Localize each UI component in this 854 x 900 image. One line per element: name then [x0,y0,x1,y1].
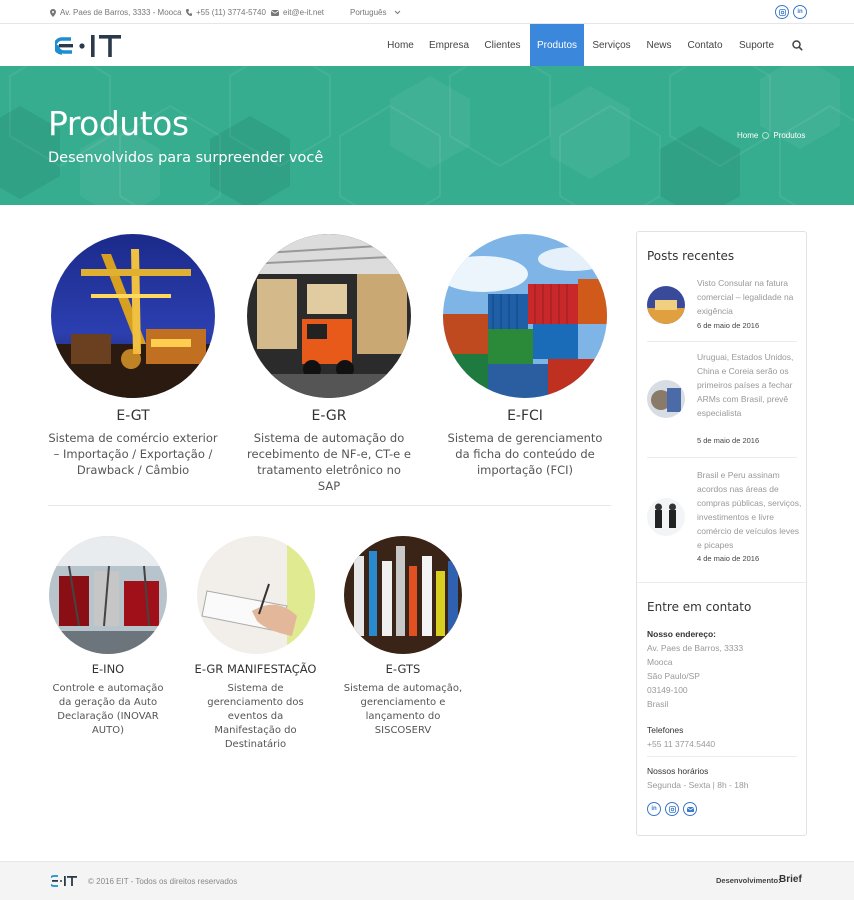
contact-separator [647,756,797,757]
address-line: Mooca [647,657,673,667]
linkedin-icon[interactable]: in [647,802,661,816]
post-date: 4 de maio de 2016 [697,554,760,563]
product-description: Sistema de gerenciamento dos eventos da … [207,683,304,750]
email-icon[interactable] [683,802,697,816]
phones-label: Telefones [647,725,684,735]
product-card-egr-manifestacao[interactable]: E-GR MANIFESTAÇÃO Sistema de gerenciamen… [193,536,318,752]
instagram-icon[interactable] [665,802,679,816]
sidebar: Posts recentes Visto Consular na fatura … [636,231,807,836]
search-icon[interactable] [792,40,803,51]
page-hero: Produtos Desenvolvidos para surpreender … [0,66,854,205]
address-line: 03149-100 [647,685,688,695]
product-description: Sistema de comércio exterior – Importaçã… [48,431,218,477]
site-footer: © 2016 EIT - Todos os direitos reservado… [0,861,854,900]
product-name[interactable]: E-GTS [341,662,465,676]
nav-empresa[interactable]: Empresa [425,24,473,66]
breadcrumb: Home Produtos [737,131,805,140]
page-subtitle: Desenvolvidos para surpreender você [48,150,324,166]
developer-brand[interactable]: Brief [779,874,802,885]
map-pin-icon [50,8,56,17]
footer-logo-icon[interactable] [51,875,79,887]
product-description: Sistema de automação do recebimento de N… [247,431,411,493]
top-bar: Av. Paes de Barros, 3333 - Mooca +55 (11… [0,0,854,24]
breadcrumb-home[interactable]: Home [737,131,758,140]
language-label: Português [350,8,387,17]
language-select[interactable]: Português [350,8,401,17]
product-card-eino[interactable]: E-INO Controle e automação da geração da… [46,536,170,738]
product-card-egt[interactable]: E-GT Sistema de comércio exterior – Impo… [48,234,218,478]
nav-suporte[interactable]: Suporte [734,24,779,66]
product-name[interactable]: E-INO [46,662,170,676]
address-line: Av. Paes de Barros, 3333 [647,643,744,653]
email-link[interactable]: eit@e-it.net [283,8,324,17]
product-image-egt[interactable] [51,234,215,398]
post-thumbnail[interactable] [647,498,685,536]
nav-news[interactable]: News [642,24,676,66]
recent-posts-heading: Posts recentes [647,249,735,263]
product-image-egr[interactable] [247,234,411,398]
chevron-down-icon [395,10,401,15]
breadcrumb-current: Produtos [773,131,806,140]
products-divider [48,505,611,506]
address-line: Brasil [647,699,669,709]
linkedin-icon[interactable]: in [793,5,807,19]
product-name[interactable]: E-FCI [441,408,609,424]
instagram-icon[interactable] [775,5,789,19]
product-card-egr[interactable]: E-GR Sistema de automação do recebimento… [245,234,413,494]
nav-contato[interactable]: Contato [682,24,728,66]
product-card-egts[interactable]: E-GTS Sistema de automação, gerenciament… [341,536,465,738]
phone-text: +55 (11) 3774-5740 [196,8,266,17]
product-image-eino[interactable] [49,536,167,654]
developer-label: Desenvolvimento: [716,876,781,885]
product-name[interactable]: E-GT [48,408,218,424]
product-description: Controle e automação da geração da Auto … [52,683,164,736]
page-title: Produtos [48,104,189,143]
product-description: Sistema de automação, gerenciamento e la… [343,683,463,736]
post-title[interactable]: Visto Consular na fatura comercial – leg… [697,276,802,318]
post-date: 6 de maio de 2016 [697,321,760,330]
contact-address: Nosso endereço: Av. Paes de Barros, 3333… [647,627,743,711]
phone-icon [186,8,192,16]
phone-info: +55 (11) 3774-5740 [186,8,266,17]
section-separator [637,582,806,583]
contact-heading: Entre em contato [647,600,752,614]
post-thumbnail[interactable] [647,380,685,418]
product-description: Sistema de gerenciamento da ficha do con… [447,431,603,477]
product-name[interactable]: E-GR [245,408,413,424]
post-date: 5 de maio de 2016 [697,436,760,445]
envelope-icon [271,9,279,16]
breadcrumb-separator [762,132,770,139]
nav-home[interactable]: Home [380,24,421,66]
product-image-efci[interactable] [443,234,607,398]
post-title[interactable]: Brasil e Peru assinam acordos nas áreas … [697,468,802,552]
hours-label: Nossos horários [647,766,709,776]
address-info: Av. Paes de Barros, 3333 - Mooca [50,8,182,17]
product-card-efci[interactable]: E-FCI Sistema de gerenciamento da ficha … [441,234,609,478]
post-separator [647,341,797,342]
product-image-egts[interactable] [344,536,462,654]
hours-value: Segunda - Sexta | 8h - 18h [647,780,749,790]
product-image-egr-manifestacao[interactable] [196,536,315,654]
copyright-text: © 2016 EIT - Todos os direitos reservado… [88,877,238,886]
main-nav: Home Empresa Clientes Produtos Serviços … [0,24,854,66]
address-line: São Paulo/SP [647,671,700,681]
product-name[interactable]: E-GR MANIFESTAÇÃO [193,662,318,676]
post-title[interactable]: Uruguai, Estados Unidos, China e Coreia … [697,350,802,420]
address-text: Av. Paes de Barros, 3333 - Mooca [60,8,182,17]
contact-hours: Nossos horários Segunda - Sexta | 8h - 1… [647,764,748,792]
post-separator [647,457,797,458]
address-label: Nosso endereço: [647,629,716,639]
main-header: Home Empresa Clientes Produtos Serviços … [0,24,854,66]
nav-produtos[interactable]: Produtos [530,24,584,66]
contact-phones: Telefones +55 11 3774.5440 [647,723,715,751]
nav-servicos[interactable]: Serviços [588,24,635,66]
email-info[interactable]: eit@e-it.net [271,8,324,17]
post-thumbnail[interactable] [647,286,685,324]
nav-clientes[interactable]: Clientes [479,24,526,66]
phone-value: +55 11 3774.5440 [647,739,716,749]
